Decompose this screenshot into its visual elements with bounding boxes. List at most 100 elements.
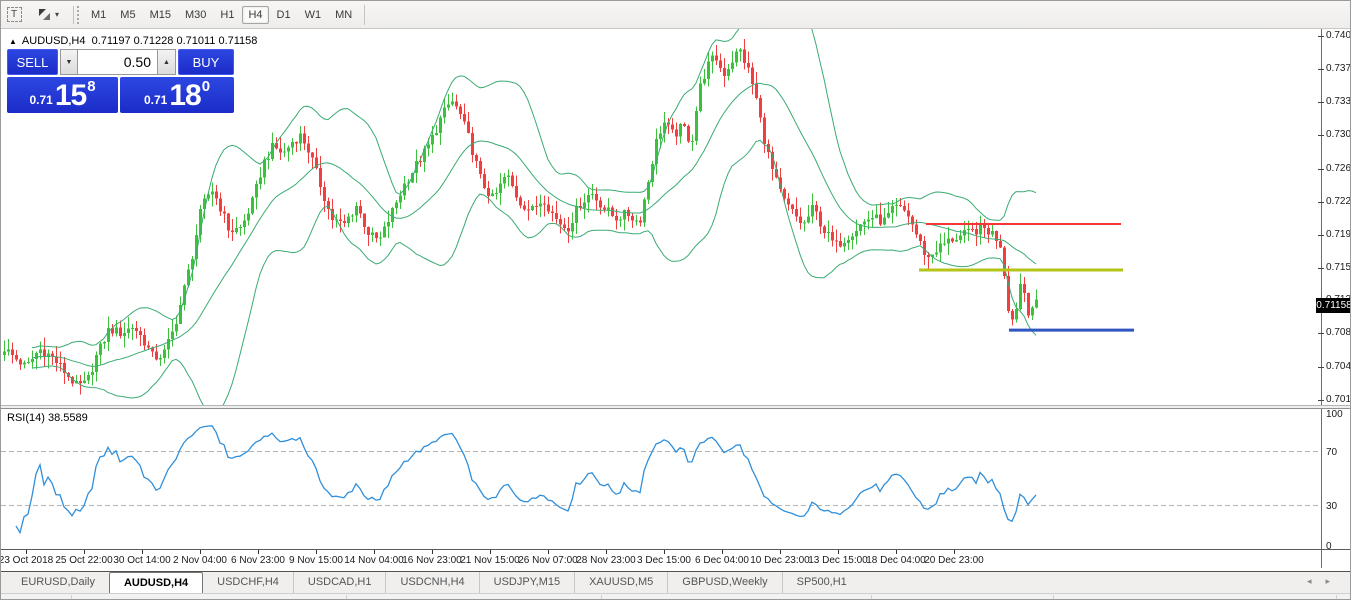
time-tick-mark bbox=[838, 550, 839, 554]
diagonal-arrows-icon bbox=[37, 7, 52, 22]
price-tick-mark bbox=[1318, 268, 1324, 269]
timeframe-button-m5[interactable]: M5 bbox=[114, 6, 141, 24]
rsi-line bbox=[16, 426, 1036, 533]
chart-symbol: AUDUSD,H4 bbox=[22, 35, 86, 47]
price-tick-mark bbox=[1318, 367, 1324, 368]
volume-decrease-button[interactable]: ▼ bbox=[60, 49, 78, 75]
time-tick-label: 3 Dec 15:00 bbox=[637, 555, 691, 566]
time-tick-mark bbox=[954, 550, 955, 554]
buy-price-prefix: 0.71 bbox=[144, 93, 167, 107]
time-tick-label: 14 Nov 04:00 bbox=[344, 555, 404, 566]
time-tick-mark bbox=[896, 550, 897, 554]
price-tick-label: 0.72280 bbox=[1326, 196, 1351, 207]
time-tick-mark bbox=[26, 550, 27, 554]
text-tool-icon: T bbox=[7, 7, 22, 22]
chart-tab-xauusd-m5[interactable]: XAUUSD,M5 bbox=[574, 572, 667, 593]
buy-price-sup: 0 bbox=[202, 78, 210, 95]
time-tick-label: 25 Oct 22:00 bbox=[55, 555, 112, 566]
rsi-pane[interactable]: RSI(14) 38.5589 10070300 bbox=[1, 409, 1351, 549]
chart-tab-usdcnh-h4[interactable]: USDCNH,H4 bbox=[385, 572, 478, 593]
time-tick-label: 9 Nov 15:00 bbox=[289, 555, 343, 566]
price-tick-label: 0.71920 bbox=[1326, 229, 1351, 240]
price-tick-label: 0.71560 bbox=[1326, 262, 1351, 273]
chart-tab-gbpusd-weekly[interactable]: GBPUSD,Weekly bbox=[667, 572, 781, 593]
status-bar-divider bbox=[871, 595, 872, 600]
volume-input[interactable]: 0.50 bbox=[78, 49, 158, 75]
timeframe-button-w1[interactable]: W1 bbox=[299, 6, 328, 24]
time-tick-label: 13 Dec 15:00 bbox=[808, 555, 868, 566]
price-tick-mark bbox=[1318, 400, 1324, 401]
status-bar-divider bbox=[601, 595, 602, 600]
time-tick-label: 6 Nov 23:00 bbox=[231, 555, 285, 566]
rsi-indicator-label: RSI(14) 38.5589 bbox=[7, 412, 88, 424]
timeframe-button-d1[interactable]: D1 bbox=[271, 6, 297, 24]
time-tick-mark bbox=[432, 550, 433, 554]
timeframe-button-h4[interactable]: H4 bbox=[242, 6, 268, 24]
toolbar: T ▾ M1M5M15M30H1H4D1W1MN bbox=[1, 1, 1351, 29]
chart-tab-usdjpy-m15[interactable]: USDJPY,M15 bbox=[479, 572, 574, 593]
chart-tab-usdcad-h1[interactable]: USDCAD,H1 bbox=[293, 572, 386, 593]
rsi-value: 38.5589 bbox=[48, 412, 88, 424]
time-tick-mark bbox=[490, 550, 491, 554]
buy-button[interactable]: BUY bbox=[178, 49, 234, 75]
price-tick-label: 0.72640 bbox=[1326, 163, 1351, 174]
rsi-tick-label: 70 bbox=[1326, 447, 1337, 458]
price-tick-mark bbox=[1318, 235, 1324, 236]
collapse-triangle-icon[interactable]: ▲ bbox=[9, 37, 17, 46]
timeframe-button-h1[interactable]: H1 bbox=[214, 6, 240, 24]
time-axis-corner-line bbox=[1321, 550, 1322, 568]
sell-price-sup: 8 bbox=[87, 78, 95, 95]
timeframe-button-m30[interactable]: M30 bbox=[179, 6, 212, 24]
time-tick-label: 23 Oct 2018 bbox=[0, 555, 53, 566]
status-bar-divider bbox=[71, 595, 72, 600]
price-tick-label: 0.73360 bbox=[1326, 96, 1351, 107]
chart-tab-usdchf-h4[interactable]: USDCHF,H4 bbox=[203, 572, 293, 593]
time-tick-mark bbox=[606, 550, 607, 554]
time-tick-mark bbox=[258, 550, 259, 554]
chart-tab-eurusd-daily[interactable]: EURUSD,Daily bbox=[7, 572, 109, 593]
time-axis[interactable]: 23 Oct 201825 Oct 22:0030 Oct 14:002 Nov… bbox=[1, 549, 1351, 571]
volume-increase-button[interactable]: ▲ bbox=[158, 49, 176, 75]
price-tick-label: 0.73720 bbox=[1326, 63, 1351, 74]
timeframe-button-mn[interactable]: MN bbox=[329, 6, 358, 24]
time-tick-label: 6 Dec 04:00 bbox=[695, 555, 749, 566]
price-tick-mark bbox=[1318, 169, 1324, 170]
timeframe-button-m1[interactable]: M1 bbox=[85, 6, 112, 24]
status-bar-divider bbox=[346, 595, 347, 600]
buy-price-big: 18 bbox=[169, 81, 200, 111]
time-tick-label: 21 Nov 15:00 bbox=[460, 555, 520, 566]
chart-tab-sp500-h1[interactable]: SP500,H1 bbox=[782, 572, 861, 593]
text-tool-button[interactable]: T bbox=[3, 5, 25, 25]
arrange-windows-button[interactable]: ▾ bbox=[31, 5, 65, 25]
sell-button[interactable]: SELL bbox=[7, 49, 58, 75]
time-tick-mark bbox=[548, 550, 549, 554]
sell-price-prefix: 0.71 bbox=[29, 93, 52, 107]
tab-scroll-arrows[interactable]: ◂▸ bbox=[1307, 576, 1344, 587]
chart-tab-audusd-h4[interactable]: AUDUSD,H4 bbox=[109, 572, 203, 593]
chart-tab-bar: EURUSD,DailyAUDUSD,H4USDCHF,H4USDCAD,H1U… bbox=[1, 571, 1351, 593]
time-tick-mark bbox=[780, 550, 781, 554]
toolbar-grip[interactable] bbox=[73, 6, 80, 24]
price-tick-label: 0.74080 bbox=[1326, 30, 1351, 41]
tab-scroll-left-icon[interactable]: ◂ bbox=[1307, 576, 1326, 586]
time-tick-mark bbox=[142, 550, 143, 554]
time-tick-mark bbox=[200, 550, 201, 554]
toolbar-separator bbox=[364, 5, 365, 25]
sell-price-display[interactable]: 0.71 15 8 bbox=[7, 77, 118, 113]
time-tick-mark bbox=[664, 550, 665, 554]
buy-price-display[interactable]: 0.71 18 0 bbox=[120, 77, 234, 113]
current-price-badge: 0.71158 bbox=[1316, 298, 1351, 313]
timeframe-button-m15[interactable]: M15 bbox=[144, 6, 177, 24]
time-tick-label: 18 Dec 04:00 bbox=[866, 555, 926, 566]
mt4-window: T ▾ M1M5M15M30H1H4D1W1MN ▲ AUDUSD,H4 0.71… bbox=[0, 0, 1351, 600]
price-tick-mark bbox=[1318, 102, 1324, 103]
tab-scroll-right-icon[interactable]: ▸ bbox=[1325, 576, 1344, 586]
rsi-canvas[interactable] bbox=[1, 409, 1321, 549]
time-tick-label: 16 Nov 23:00 bbox=[402, 555, 462, 566]
status-bar-divider bbox=[1336, 595, 1337, 600]
chevron-down-icon: ▾ bbox=[55, 10, 59, 19]
price-chart-pane[interactable]: ▲AUDUSD,H4 0.71197 0.71228 0.71011 0.711… bbox=[1, 29, 1351, 405]
price-tick-mark bbox=[1318, 202, 1324, 203]
rsi-name: RSI(14) bbox=[7, 412, 45, 424]
time-tick-mark bbox=[316, 550, 317, 554]
